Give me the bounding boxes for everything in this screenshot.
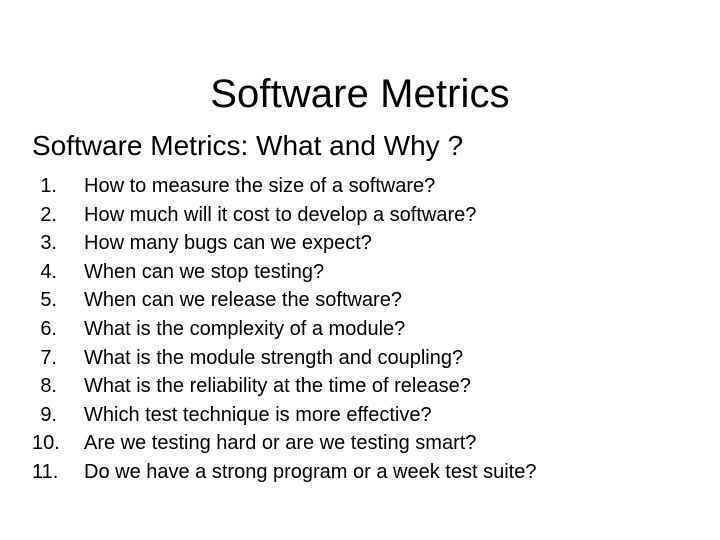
- page-title: Software Metrics: [210, 71, 510, 116]
- list-item: 4. When can we stop testing?: [32, 258, 688, 287]
- list-item: 7. What is the module strength and coupl…: [32, 344, 688, 373]
- list-item-text: Are we testing hard or are we testing sm…: [84, 432, 477, 455]
- list-item-text: How many bugs can we expect?: [84, 232, 372, 255]
- list-item: 2. How much will it cost to develop a so…: [32, 201, 688, 230]
- list-item-text: What is the module strength and coupling…: [84, 346, 464, 369]
- list-item-text: What is the complexity of a module?: [84, 317, 406, 340]
- list-item-text: Do we have a strong program or a week te…: [84, 460, 537, 483]
- list-item-text: How to measure the size of a software?: [84, 175, 436, 197]
- list-item: 5. When can we release the software?: [32, 286, 688, 315]
- list-item-number: 11.: [32, 460, 59, 483]
- list-item-number: 7.: [40, 346, 57, 369]
- list-item-number: 1.: [40, 175, 57, 197]
- list-item: 1. How to measure the size of a software…: [32, 172, 688, 201]
- list-item-text: How much will it cost to develop a softw…: [84, 203, 477, 226]
- list-item: 8. What is the reliability at the time o…: [32, 372, 688, 401]
- list-item-number: 5.: [40, 289, 57, 312]
- list-item: 9. Which test technique is more effectiv…: [32, 401, 688, 430]
- list-item-number: 2.: [40, 203, 57, 226]
- list-item-number: 9.: [40, 403, 57, 426]
- list-item-number: 6.: [40, 317, 57, 340]
- list-item-number: 4.: [40, 260, 57, 283]
- list-item-text: When can we release the software?: [84, 289, 402, 312]
- list-item-text: Which test technique is more effective?: [84, 403, 432, 426]
- list-item-text: When can we stop testing?: [84, 260, 325, 283]
- list-item-number: 10.: [32, 432, 60, 455]
- list-item-text: What is the reliability at the time of r…: [84, 375, 471, 398]
- numbered-question-list: 1. How to measure the size of a software…: [32, 172, 688, 487]
- list-item: 10. Are we testing hard or are we testin…: [32, 429, 688, 458]
- section-heading: Software Metrics: What and Why ?: [32, 130, 464, 161]
- slide-body: Software Metrics: What and Why ? 1. How …: [32, 129, 688, 487]
- list-item: 6. What is the complexity of a module?: [32, 315, 688, 344]
- list-item: 3. How many bugs can we expect?: [32, 229, 688, 258]
- list-item: 11. Do we have a strong program or a wee…: [32, 458, 688, 487]
- slide-canvas: Software Metrics Software Metrics: What …: [0, 0, 720, 540]
- list-item-number: 8.: [40, 375, 57, 398]
- list-item-number: 3.: [40, 232, 57, 255]
